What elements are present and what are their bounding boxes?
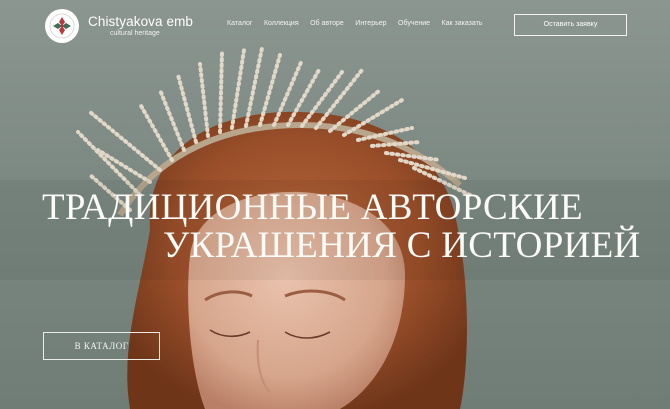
- nav-item-about[interactable]: Об авторе: [310, 20, 344, 27]
- hero-title-line-1: ТРАДИЦИОННЫЕ АВТОРСКИЕ: [42, 187, 583, 228]
- brand-tagline: cultural heritage: [110, 30, 160, 37]
- ornament-cross-icon: [45, 9, 79, 43]
- main-nav: Каталог Коллекция Об авторе Интерьер Обу…: [227, 20, 482, 27]
- nav-item-interior[interactable]: Интерьер: [355, 20, 386, 27]
- nav-item-collection[interactable]: Коллекция: [264, 20, 299, 27]
- nav-item-how-to-order[interactable]: Как заказать: [442, 20, 483, 27]
- nav-item-training[interactable]: Обучение: [398, 20, 430, 27]
- brand-name: Chistyakova emb: [88, 14, 194, 29]
- hero-title-line-2: УКРАШЕНИЯ С ИСТОРИЕЙ: [163, 225, 641, 266]
- to-catalog-button[interactable]: В КАТАЛОГ: [43, 332, 160, 360]
- brand-logo[interactable]: Chistyakova emb cultural heritage: [45, 9, 193, 43]
- nav-item-catalog[interactable]: Каталог: [227, 20, 252, 27]
- site-header: Chistyakova emb cultural heritage Катало…: [0, 0, 670, 50]
- leave-request-button[interactable]: Оставить заявку: [514, 14, 627, 36]
